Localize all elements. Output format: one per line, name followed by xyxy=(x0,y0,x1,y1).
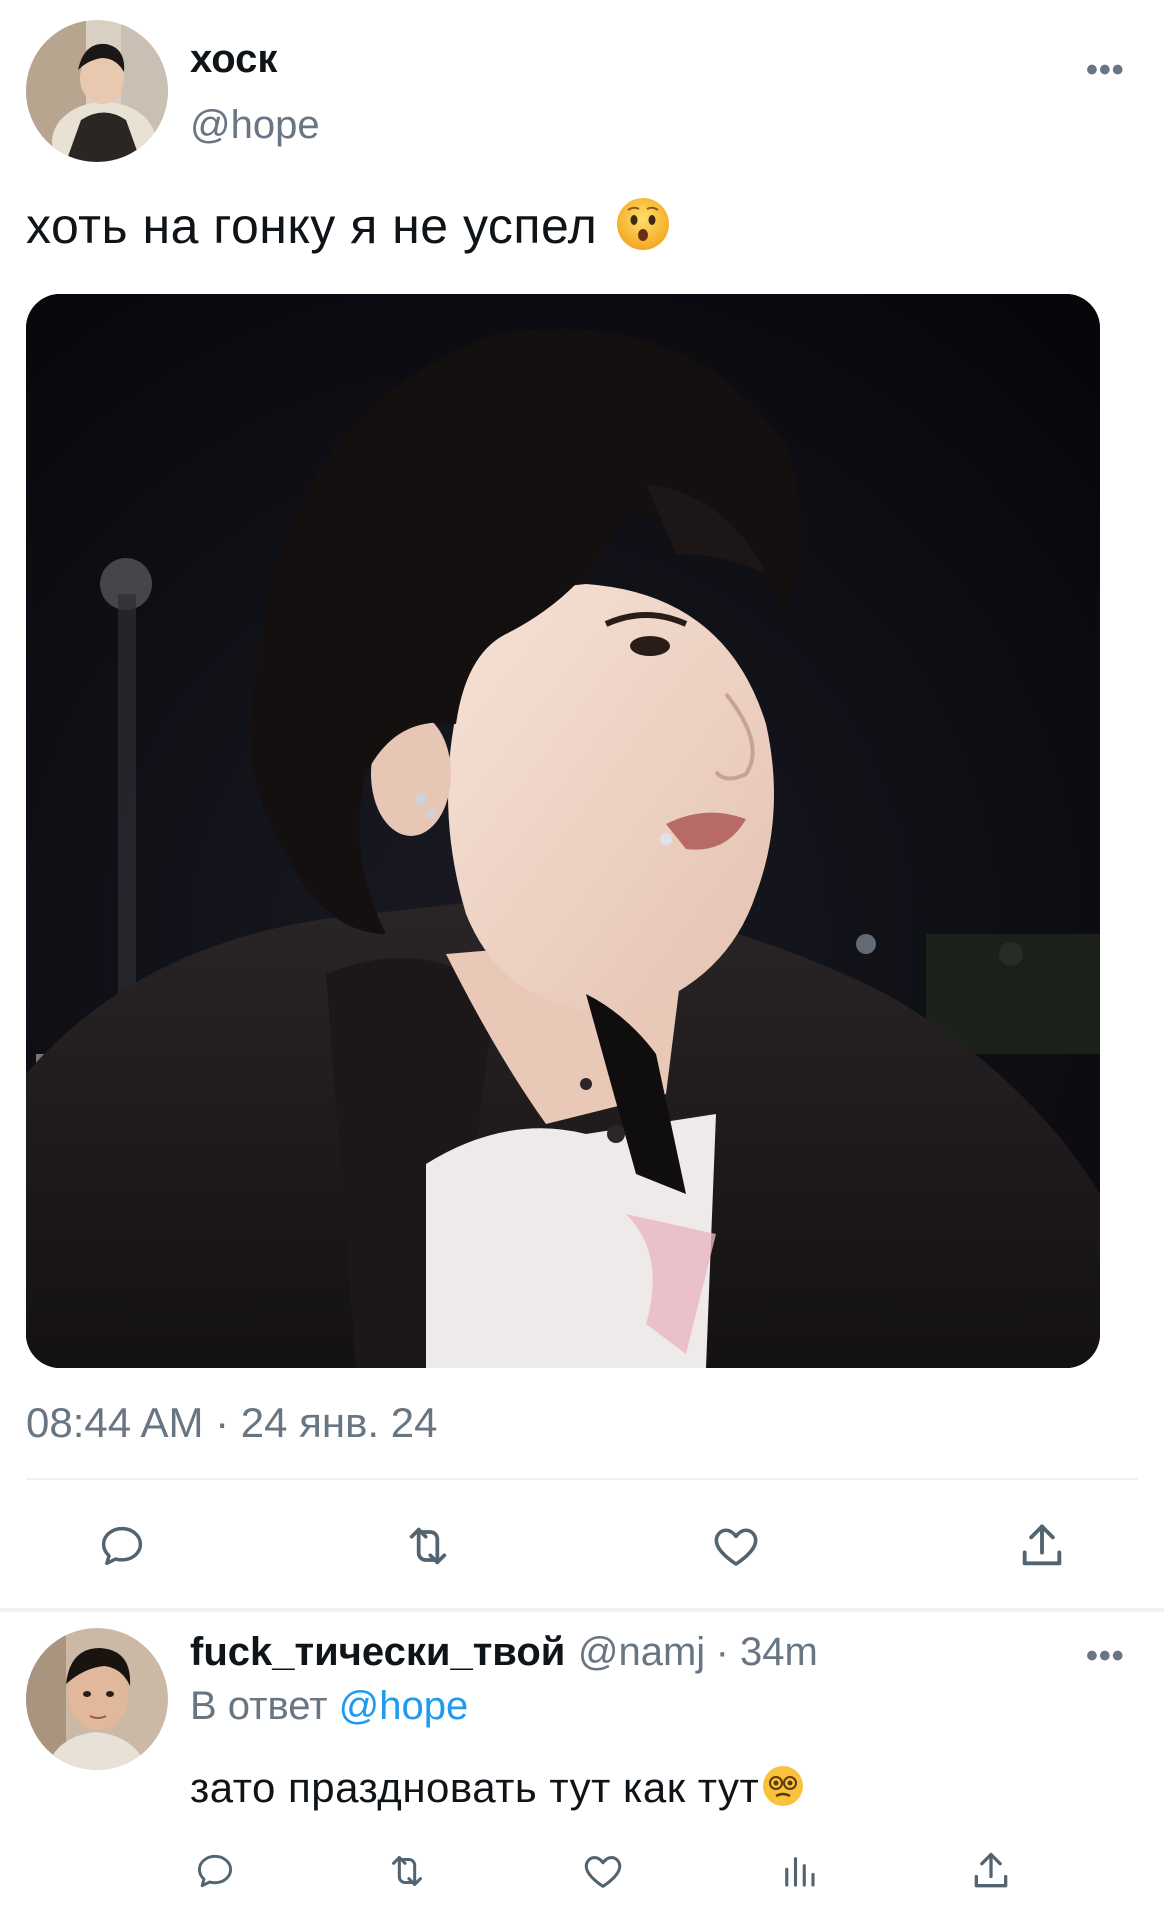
divider xyxy=(26,1478,1138,1480)
tweet-text-row: хоть на гонку я не успел xyxy=(26,194,671,258)
reply-text: зато праздновать тут как тут xyxy=(190,1764,760,1811)
reply-author-name[interactable]: fuck_тически_твой xyxy=(190,1630,565,1674)
tweet-text: хоть на гонку я не успел xyxy=(26,198,598,254)
reply-age: · 34m xyxy=(715,1630,818,1674)
reply-retweet-icon[interactable] xyxy=(382,1846,432,1896)
in-reply-to: В ответ @hope xyxy=(190,1680,468,1732)
share-icon[interactable] xyxy=(1012,1516,1072,1576)
reply-author-avatar[interactable] xyxy=(26,1628,168,1770)
in-reply-handle-link[interactable]: @hope xyxy=(339,1684,469,1728)
hushed-face-icon xyxy=(615,196,671,257)
section-divider xyxy=(0,1608,1164,1612)
reply-author-handle[interactable]: @namj xyxy=(578,1630,705,1674)
reply-like-icon[interactable] xyxy=(578,1846,628,1896)
photo-illustration xyxy=(26,294,1100,1368)
retweet-icon[interactable] xyxy=(398,1516,458,1576)
tweet-timestamp[interactable]: 08:44 AM · 24 янв. 24 xyxy=(26,1398,437,1448)
tweet-media-photo[interactable] xyxy=(26,294,1100,1368)
reply-more-options-button[interactable]: ••• xyxy=(1086,1636,1125,1676)
reply-reply-icon[interactable] xyxy=(190,1846,240,1896)
reply-text-row: зато праздновать тут как тут xyxy=(190,1760,805,1816)
like-icon[interactable] xyxy=(706,1516,766,1576)
dizzy-face-icon xyxy=(761,1764,805,1813)
more-options-button[interactable]: ••• xyxy=(1086,50,1125,90)
author-name[interactable]: хоск xyxy=(190,36,277,82)
in-reply-prefix: В ответ xyxy=(190,1684,328,1728)
reply-views-icon[interactable] xyxy=(774,1846,824,1896)
reply-share-icon[interactable] xyxy=(966,1846,1016,1896)
reply-icon[interactable] xyxy=(92,1516,152,1576)
author-avatar[interactable] xyxy=(26,20,168,162)
author-handle[interactable]: @hope xyxy=(190,102,320,148)
reply-header: fuck_тически_твой @namj · 34m xyxy=(190,1626,818,1687)
